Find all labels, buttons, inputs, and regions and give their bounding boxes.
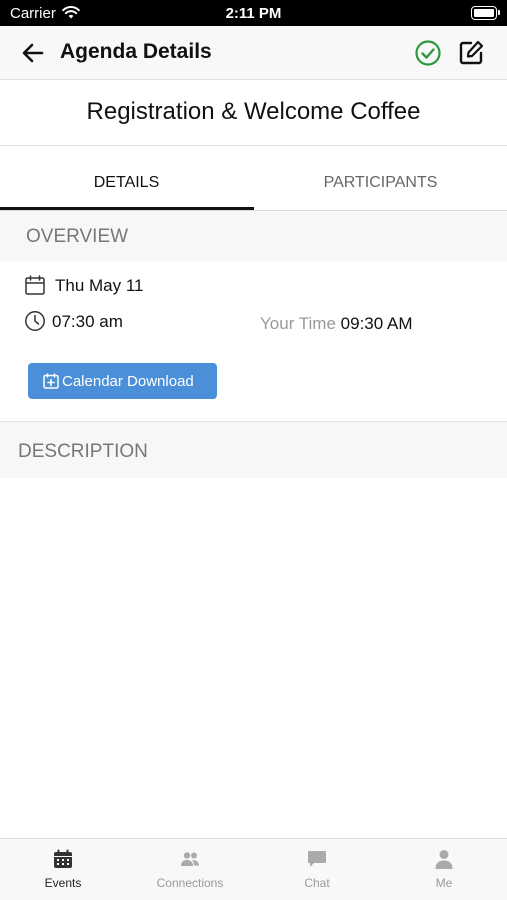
description-heading: DESCRIPTION xyxy=(18,441,148,462)
calendar-download-button[interactable]: Calendar Download xyxy=(28,363,217,399)
check-circle-icon[interactable] xyxy=(414,39,442,67)
people-icon xyxy=(181,852,199,866)
calendar-download-label: Calendar Download xyxy=(62,373,194,390)
clock-icon xyxy=(25,311,45,331)
event-title: Registration & Welcome Coffee xyxy=(86,98,421,125)
calendar-icon xyxy=(54,849,72,868)
tabbar-item-me[interactable]: Me xyxy=(381,839,507,900)
nav-bar: Agenda Details xyxy=(0,26,507,80)
bottom-tab-bar: Events Connections Chat Me xyxy=(0,838,507,900)
your-time-value: 09:30 AM xyxy=(340,314,413,333)
calendar-icon xyxy=(25,275,45,295)
tab-participants[interactable]: PARTICIPANTS xyxy=(254,146,507,210)
person-icon xyxy=(435,850,453,869)
page-title: Agenda Details xyxy=(60,40,212,63)
tabbar-label-chat: Chat xyxy=(304,876,330,890)
battery-icon xyxy=(471,6,500,20)
tabbar-item-connections[interactable]: Connections xyxy=(127,839,253,900)
active-tab-indicator xyxy=(0,207,254,210)
event-time: 07:30 am xyxy=(52,312,123,331)
tab-details[interactable]: DETAILS xyxy=(0,146,253,210)
tabbar-label-connections: Connections xyxy=(156,876,224,890)
edit-icon[interactable] xyxy=(458,39,485,66)
chat-icon xyxy=(308,851,326,867)
event-title-section: Registration & Welcome Coffee xyxy=(0,80,507,146)
overview-header: OVERVIEW xyxy=(0,211,507,261)
tabbar-item-chat[interactable]: Chat xyxy=(254,839,380,900)
tab-bar: DETAILS PARTICIPANTS xyxy=(0,146,507,211)
tabbar-label-me: Me xyxy=(435,876,453,890)
overview-heading: OVERVIEW xyxy=(26,226,129,247)
tabbar-label-events: Events xyxy=(44,876,82,890)
your-time-label: Your Time xyxy=(260,314,336,333)
tabbar-item-events[interactable]: Events xyxy=(0,839,126,900)
status-time: 2:11 PM xyxy=(225,5,282,22)
calendar-add-icon xyxy=(43,373,59,389)
status-bar: Carrier 2:11 PM xyxy=(0,0,507,26)
your-time: Your Time 09:30 AM xyxy=(260,314,412,334)
description-header: DESCRIPTION xyxy=(0,421,507,478)
event-date: Thu May 11 xyxy=(55,276,144,295)
back-arrow-icon[interactable] xyxy=(20,40,46,66)
